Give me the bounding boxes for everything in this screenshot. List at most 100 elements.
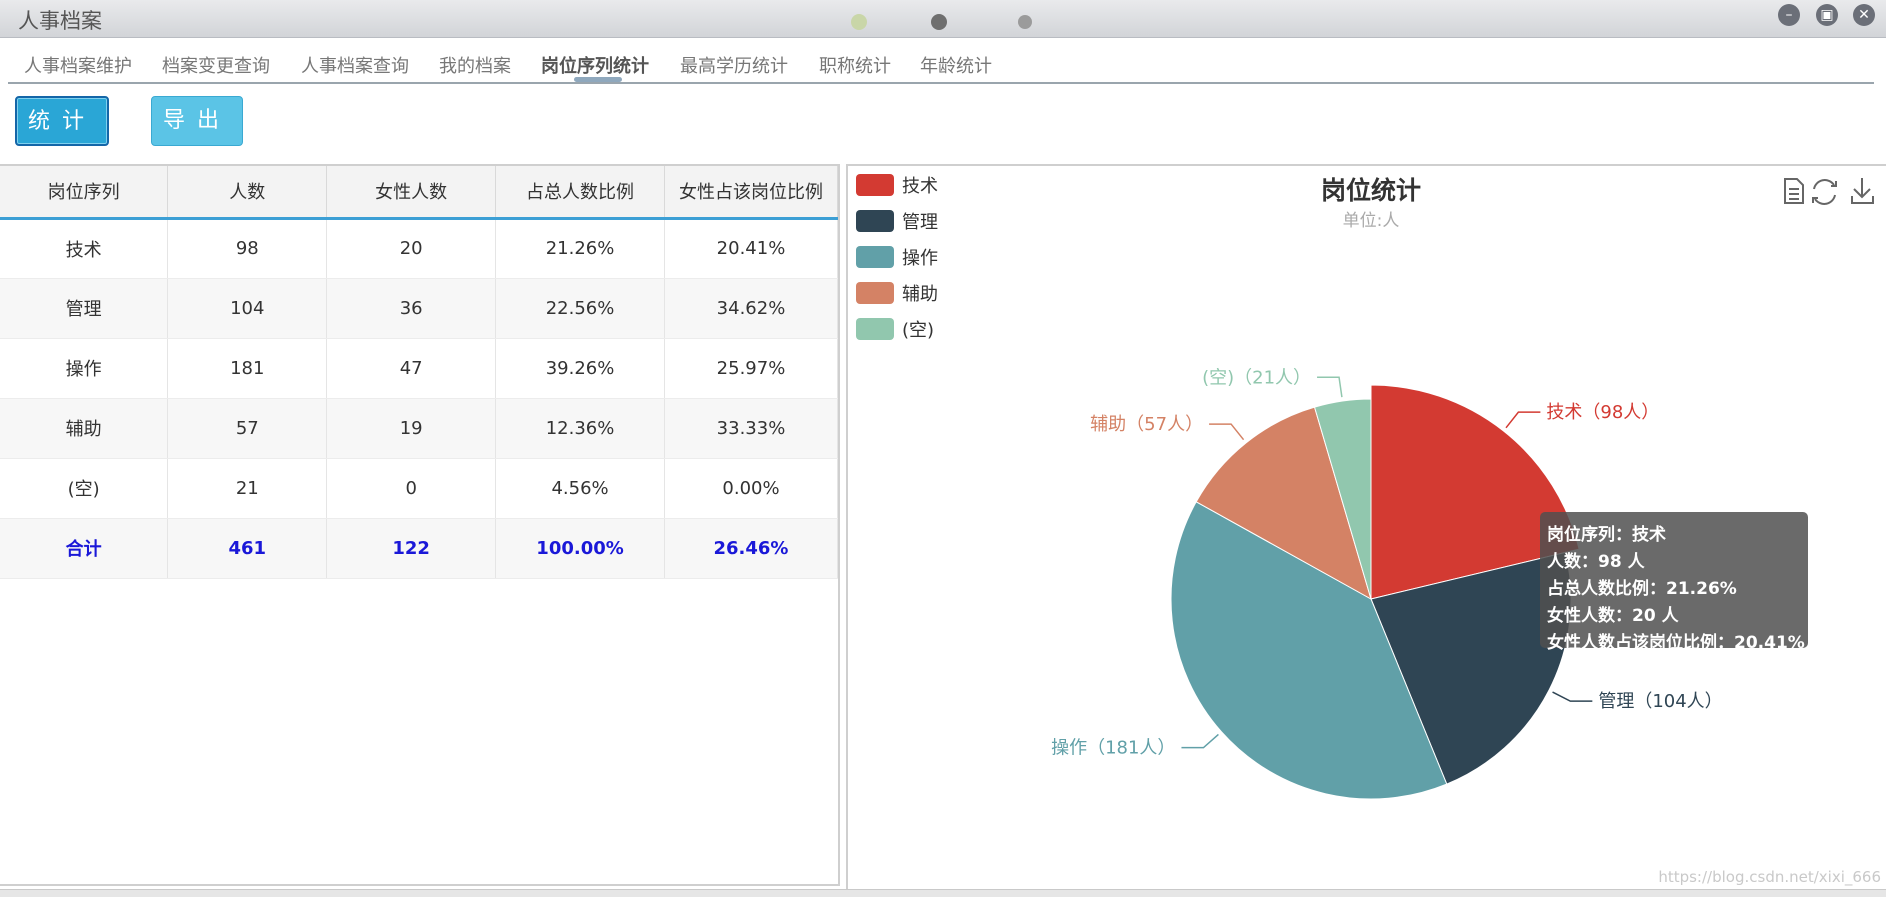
pie-chart: 岗位统计 单位:人 技术管理操作辅助 (空) 技术（98人） 管理（104人） 操作（…: [856, 174, 1881, 887]
column-header[interactable]: 女性人数: [326, 166, 497, 220]
table-cell: 25.97%: [664, 338, 838, 399]
tooltip-line: 岗位序列：技术: [1547, 524, 1666, 545]
tab-age-stats[interactable]: 年龄统计: [920, 52, 992, 78]
tab-my-archive[interactable]: 我的档案: [439, 52, 511, 78]
table-cell: 36: [326, 278, 497, 339]
legend-swatch[interactable]: [856, 210, 894, 232]
table-cell: 21: [167, 458, 328, 519]
legend-label[interactable]: 管理: [902, 212, 938, 233]
tooltip-line: 占总人数比例：21.26%: [1547, 578, 1737, 599]
tab-personnel-maintain[interactable]: 人事档案维护: [24, 52, 132, 78]
legend-swatch[interactable]: [856, 282, 894, 304]
legend-label[interactable]: (空): [902, 320, 934, 341]
table-cell: 39.26%: [495, 338, 665, 399]
tab-personnel-query[interactable]: 人事档案查询: [301, 52, 409, 78]
maximize-icon[interactable]: ▣: [1816, 4, 1838, 26]
table-row[interactable]: (空) 21 0 4.56% 0.00%: [0, 458, 838, 519]
table-cell: 19: [326, 398, 497, 459]
table-cell: 辅助: [0, 398, 169, 459]
tab-education-stats[interactable]: 最高学历统计: [680, 52, 788, 78]
title-bar: 人事档案 – ▣ ✕: [0, 0, 1886, 38]
column-header[interactable]: 人数: [167, 166, 328, 220]
slice-label-line: [1181, 733, 1219, 749]
tooltip-line: 女性人数占该岗位比例：20.41%: [1547, 632, 1805, 653]
export-button[interactable]: 导出: [151, 96, 243, 146]
status-dot-icon: [1018, 15, 1032, 29]
minimize-icon[interactable]: –: [1778, 4, 1800, 26]
table-cell: 12.36%: [495, 398, 665, 459]
legend-label[interactable]: 操作: [902, 248, 938, 269]
slice-label-line: [1552, 691, 1593, 702]
chart-tooltip: 岗位序列：技术 人数：98 人 占总人数比例：21.26% 女性人数：20 人 …: [1540, 512, 1808, 653]
table-cell: 操作: [0, 338, 169, 399]
column-header[interactable]: 女性占该岗位比例: [664, 166, 838, 220]
legend-swatch[interactable]: [856, 174, 894, 196]
column-header[interactable]: 占总人数比例: [495, 166, 665, 220]
close-icon[interactable]: ✕: [1853, 4, 1875, 26]
table-cell: 20.41%: [664, 218, 838, 279]
column-header[interactable]: 岗位序列: [0, 166, 169, 220]
table-cell: (空): [0, 458, 169, 519]
total-cell: 合计: [0, 518, 169, 579]
table-cell: 181: [167, 338, 328, 399]
total-cell: 122: [326, 518, 497, 579]
legend-swatch[interactable]: [856, 246, 894, 268]
status-bar: [0, 889, 1886, 897]
stats-table: 岗位序列 人数 女性人数 占总人数比例 女性占该岗位比例 技术 98 20 21…: [0, 166, 838, 579]
stat-button[interactable]: 统计: [15, 96, 109, 146]
total-cell: 461: [167, 518, 328, 579]
data-view-icon[interactable]: [1784, 178, 1804, 204]
table-cell: 技术: [0, 218, 169, 279]
active-tab-indicator: [574, 77, 622, 82]
table-row[interactable]: 操作 181 47 39.26% 25.97%: [0, 338, 838, 399]
stats-table-panel: 岗位序列 人数 女性人数 占总人数比例 女性占该岗位比例 技术 98 20 21…: [0, 164, 840, 886]
slice-label: 操作（181人）: [1051, 738, 1175, 759]
slice-label: 技术（98人）: [1546, 402, 1659, 423]
status-dot-icon: [931, 14, 947, 30]
tooltip-line: 人数：98 人: [1547, 551, 1646, 572]
table-cell: 22.56%: [495, 278, 665, 339]
table-row[interactable]: 辅助 57 19 12.36% 33.33%: [0, 398, 838, 459]
table-row[interactable]: 管理 104 36 22.56% 34.62%: [0, 278, 838, 339]
slice-label-line: [1209, 423, 1245, 441]
chart-title: 岗位统计: [1321, 176, 1421, 205]
legend-swatch[interactable]: [856, 318, 894, 340]
table-cell: 4.56%: [495, 458, 665, 519]
table-cell: 98: [167, 218, 328, 279]
status-dot-icon: [851, 14, 867, 30]
tab-position-stats[interactable]: 岗位序列统计: [541, 52, 649, 78]
slice-label: 管理（104人）: [1598, 691, 1722, 712]
table-cell: 104: [167, 278, 328, 339]
legend-label[interactable]: 辅助: [902, 284, 938, 305]
table-cell: 管理: [0, 278, 169, 339]
watermark: https://blog.csdn.net/xixi_666: [1658, 868, 1881, 887]
slice-label-line: [1505, 411, 1541, 429]
table-cell: 57: [167, 398, 328, 459]
window-title: 人事档案: [18, 9, 102, 33]
pie-slices: [1170, 384, 1580, 800]
slice-label-line: [1317, 376, 1343, 398]
slice-label: 辅助（57人）: [1090, 414, 1203, 435]
table-cell: 47: [326, 338, 497, 399]
table-cell: 34.62%: [664, 278, 838, 339]
chart-panel: 岗位统计 单位:人 技术 管理 操作 辅助 (空) 技术（98人） 管理（104人） 操作（…: [846, 164, 1886, 889]
tab-bar: 人事档案维护 档案变更查询 人事档案查询 我的档案 岗位序列统计 最高学历统计 …: [8, 46, 1874, 84]
table-row[interactable]: 技术 98 20 21.26% 20.41%: [0, 218, 838, 279]
table-cell: 0: [326, 458, 497, 519]
legend-label[interactable]: 技术: [902, 176, 938, 197]
total-cell: 100.00%: [495, 518, 665, 579]
restore-icon[interactable]: [1812, 179, 1837, 205]
tab-change-query[interactable]: 档案变更查询: [162, 52, 270, 78]
table-cell: 33.33%: [664, 398, 838, 459]
table-header-row: 岗位序列 人数 女性人数 占总人数比例 女性占该岗位比例: [0, 166, 838, 220]
table-cell: 20: [326, 218, 497, 279]
chart-legend: 技术管理操作辅助 (空): [856, 174, 938, 341]
table-cell: 0.00%: [664, 458, 838, 519]
table-cell: 21.26%: [495, 218, 665, 279]
save-image-icon[interactable]: [1851, 178, 1874, 204]
slice-label: (空)（21人）: [1202, 367, 1311, 388]
total-cell: 26.46%: [664, 518, 838, 579]
table-total-row[interactable]: 合计 461 122 100.00% 26.46%: [0, 518, 838, 579]
tooltip-line: 女性人数：20 人: [1547, 605, 1680, 626]
tab-title-stats[interactable]: 职称统计: [819, 52, 891, 78]
